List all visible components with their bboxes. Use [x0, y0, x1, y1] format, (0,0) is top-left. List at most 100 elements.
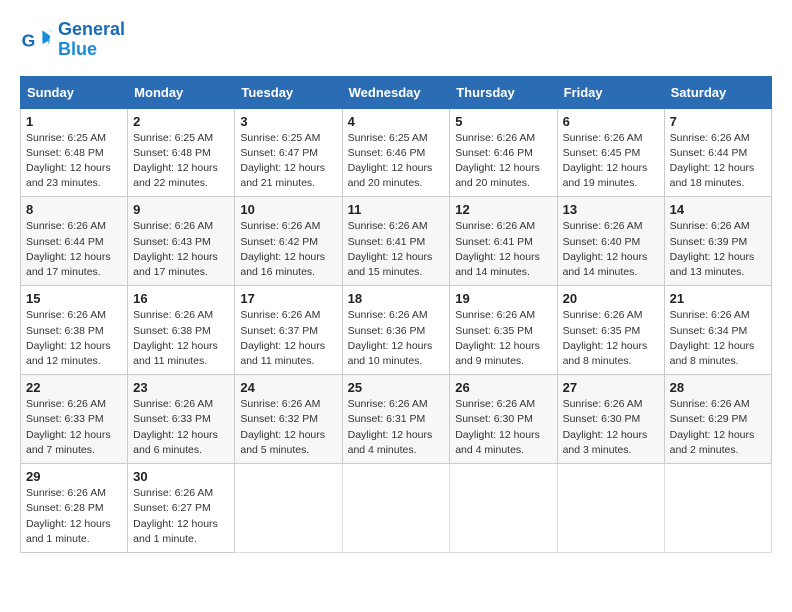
day-number: 12: [455, 202, 551, 217]
day-info: Sunrise: 6:26 AM Sunset: 6:44 PM Dayligh…: [26, 219, 122, 280]
empty-cell: [450, 464, 557, 553]
calendar-cell-3: 3 Sunrise: 6:25 AM Sunset: 6:47 PM Dayli…: [235, 108, 342, 197]
day-number: 23: [133, 380, 229, 395]
empty-cell: [342, 464, 450, 553]
column-header-friday: Friday: [557, 76, 664, 108]
calendar-cell-12: 12 Sunrise: 6:26 AM Sunset: 6:41 PM Dayl…: [450, 197, 557, 286]
day-info: Sunrise: 6:25 AM Sunset: 6:46 PM Dayligh…: [348, 131, 445, 192]
column-header-sunday: Sunday: [21, 76, 128, 108]
day-number: 6: [563, 114, 659, 129]
calendar-cell-4: 4 Sunrise: 6:25 AM Sunset: 6:46 PM Dayli…: [342, 108, 450, 197]
day-number: 5: [455, 114, 551, 129]
day-info: Sunrise: 6:26 AM Sunset: 6:30 PM Dayligh…: [563, 397, 659, 458]
day-info: Sunrise: 6:26 AM Sunset: 6:38 PM Dayligh…: [26, 308, 122, 369]
empty-cell: [235, 464, 342, 553]
day-info: Sunrise: 6:26 AM Sunset: 6:33 PM Dayligh…: [133, 397, 229, 458]
day-info: Sunrise: 6:25 AM Sunset: 6:48 PM Dayligh…: [133, 131, 229, 192]
day-number: 15: [26, 291, 122, 306]
calendar-cell-7: 7 Sunrise: 6:26 AM Sunset: 6:44 PM Dayli…: [664, 108, 771, 197]
calendar-cell-20: 20 Sunrise: 6:26 AM Sunset: 6:35 PM Dayl…: [557, 286, 664, 375]
page-header: G General Blue: [20, 20, 772, 60]
svg-text:G: G: [22, 30, 36, 50]
calendar-cell-6: 6 Sunrise: 6:26 AM Sunset: 6:45 PM Dayli…: [557, 108, 664, 197]
day-info: Sunrise: 6:26 AM Sunset: 6:29 PM Dayligh…: [670, 397, 766, 458]
day-info: Sunrise: 6:26 AM Sunset: 6:32 PM Dayligh…: [240, 397, 336, 458]
day-info: Sunrise: 6:26 AM Sunset: 6:41 PM Dayligh…: [348, 219, 445, 280]
calendar-cell-29: 29 Sunrise: 6:26 AM Sunset: 6:28 PM Dayl…: [21, 464, 128, 553]
day-info: Sunrise: 6:26 AM Sunset: 6:38 PM Dayligh…: [133, 308, 229, 369]
calendar-cell-25: 25 Sunrise: 6:26 AM Sunset: 6:31 PM Dayl…: [342, 375, 450, 464]
day-number: 1: [26, 114, 122, 129]
logo: G General Blue: [20, 20, 125, 60]
day-number: 25: [348, 380, 445, 395]
calendar-cell-8: 8 Sunrise: 6:26 AM Sunset: 6:44 PM Dayli…: [21, 197, 128, 286]
day-number: 27: [563, 380, 659, 395]
day-info: Sunrise: 6:26 AM Sunset: 6:42 PM Dayligh…: [240, 219, 336, 280]
day-number: 4: [348, 114, 445, 129]
day-number: 22: [26, 380, 122, 395]
day-number: 2: [133, 114, 229, 129]
day-number: 20: [563, 291, 659, 306]
logo-text: General Blue: [58, 20, 125, 60]
calendar-cell-15: 15 Sunrise: 6:26 AM Sunset: 6:38 PM Dayl…: [21, 286, 128, 375]
day-info: Sunrise: 6:26 AM Sunset: 6:41 PM Dayligh…: [455, 219, 551, 280]
day-number: 28: [670, 380, 766, 395]
column-header-monday: Monday: [128, 76, 235, 108]
column-header-thursday: Thursday: [450, 76, 557, 108]
calendar-cell-26: 26 Sunrise: 6:26 AM Sunset: 6:30 PM Dayl…: [450, 375, 557, 464]
day-info: Sunrise: 6:26 AM Sunset: 6:28 PM Dayligh…: [26, 486, 122, 547]
column-header-saturday: Saturday: [664, 76, 771, 108]
day-number: 17: [240, 291, 336, 306]
calendar-cell-21: 21 Sunrise: 6:26 AM Sunset: 6:34 PM Dayl…: [664, 286, 771, 375]
calendar-cell-30: 30 Sunrise: 6:26 AM Sunset: 6:27 PM Dayl…: [128, 464, 235, 553]
day-info: Sunrise: 6:25 AM Sunset: 6:47 PM Dayligh…: [240, 131, 336, 192]
day-number: 21: [670, 291, 766, 306]
calendar-cell-1: 1 Sunrise: 6:25 AM Sunset: 6:48 PM Dayli…: [21, 108, 128, 197]
day-info: Sunrise: 6:26 AM Sunset: 6:31 PM Dayligh…: [348, 397, 445, 458]
day-number: 14: [670, 202, 766, 217]
day-number: 18: [348, 291, 445, 306]
column-header-wednesday: Wednesday: [342, 76, 450, 108]
calendar-cell-19: 19 Sunrise: 6:26 AM Sunset: 6:35 PM Dayl…: [450, 286, 557, 375]
calendar-cell-27: 27 Sunrise: 6:26 AM Sunset: 6:30 PM Dayl…: [557, 375, 664, 464]
day-number: 9: [133, 202, 229, 217]
column-header-tuesday: Tuesday: [235, 76, 342, 108]
day-number: 26: [455, 380, 551, 395]
day-number: 16: [133, 291, 229, 306]
day-number: 30: [133, 469, 229, 484]
day-number: 19: [455, 291, 551, 306]
day-number: 8: [26, 202, 122, 217]
calendar-table: SundayMondayTuesdayWednesdayThursdayFrid…: [20, 76, 772, 553]
empty-cell: [557, 464, 664, 553]
day-number: 7: [670, 114, 766, 129]
day-info: Sunrise: 6:26 AM Sunset: 6:46 PM Dayligh…: [455, 131, 551, 192]
day-info: Sunrise: 6:26 AM Sunset: 6:37 PM Dayligh…: [240, 308, 336, 369]
calendar-cell-14: 14 Sunrise: 6:26 AM Sunset: 6:39 PM Dayl…: [664, 197, 771, 286]
day-info: Sunrise: 6:25 AM Sunset: 6:48 PM Dayligh…: [26, 131, 122, 192]
calendar-cell-10: 10 Sunrise: 6:26 AM Sunset: 6:42 PM Dayl…: [235, 197, 342, 286]
calendar-cell-18: 18 Sunrise: 6:26 AM Sunset: 6:36 PM Dayl…: [342, 286, 450, 375]
day-info: Sunrise: 6:26 AM Sunset: 6:44 PM Dayligh…: [670, 131, 766, 192]
day-number: 3: [240, 114, 336, 129]
day-number: 10: [240, 202, 336, 217]
day-number: 29: [26, 469, 122, 484]
day-info: Sunrise: 6:26 AM Sunset: 6:30 PM Dayligh…: [455, 397, 551, 458]
calendar-cell-2: 2 Sunrise: 6:25 AM Sunset: 6:48 PM Dayli…: [128, 108, 235, 197]
day-info: Sunrise: 6:26 AM Sunset: 6:27 PM Dayligh…: [133, 486, 229, 547]
day-number: 24: [240, 380, 336, 395]
calendar-cell-23: 23 Sunrise: 6:26 AM Sunset: 6:33 PM Dayl…: [128, 375, 235, 464]
calendar-cell-9: 9 Sunrise: 6:26 AM Sunset: 6:43 PM Dayli…: [128, 197, 235, 286]
day-info: Sunrise: 6:26 AM Sunset: 6:35 PM Dayligh…: [455, 308, 551, 369]
day-info: Sunrise: 6:26 AM Sunset: 6:34 PM Dayligh…: [670, 308, 766, 369]
day-number: 11: [348, 202, 445, 217]
calendar-cell-22: 22 Sunrise: 6:26 AM Sunset: 6:33 PM Dayl…: [21, 375, 128, 464]
calendar-cell-11: 11 Sunrise: 6:26 AM Sunset: 6:41 PM Dayl…: [342, 197, 450, 286]
empty-cell: [664, 464, 771, 553]
calendar-cell-16: 16 Sunrise: 6:26 AM Sunset: 6:38 PM Dayl…: [128, 286, 235, 375]
day-number: 13: [563, 202, 659, 217]
day-info: Sunrise: 6:26 AM Sunset: 6:40 PM Dayligh…: [563, 219, 659, 280]
calendar-cell-17: 17 Sunrise: 6:26 AM Sunset: 6:37 PM Dayl…: [235, 286, 342, 375]
day-info: Sunrise: 6:26 AM Sunset: 6:36 PM Dayligh…: [348, 308, 445, 369]
day-info: Sunrise: 6:26 AM Sunset: 6:43 PM Dayligh…: [133, 219, 229, 280]
calendar-cell-5: 5 Sunrise: 6:26 AM Sunset: 6:46 PM Dayli…: [450, 108, 557, 197]
